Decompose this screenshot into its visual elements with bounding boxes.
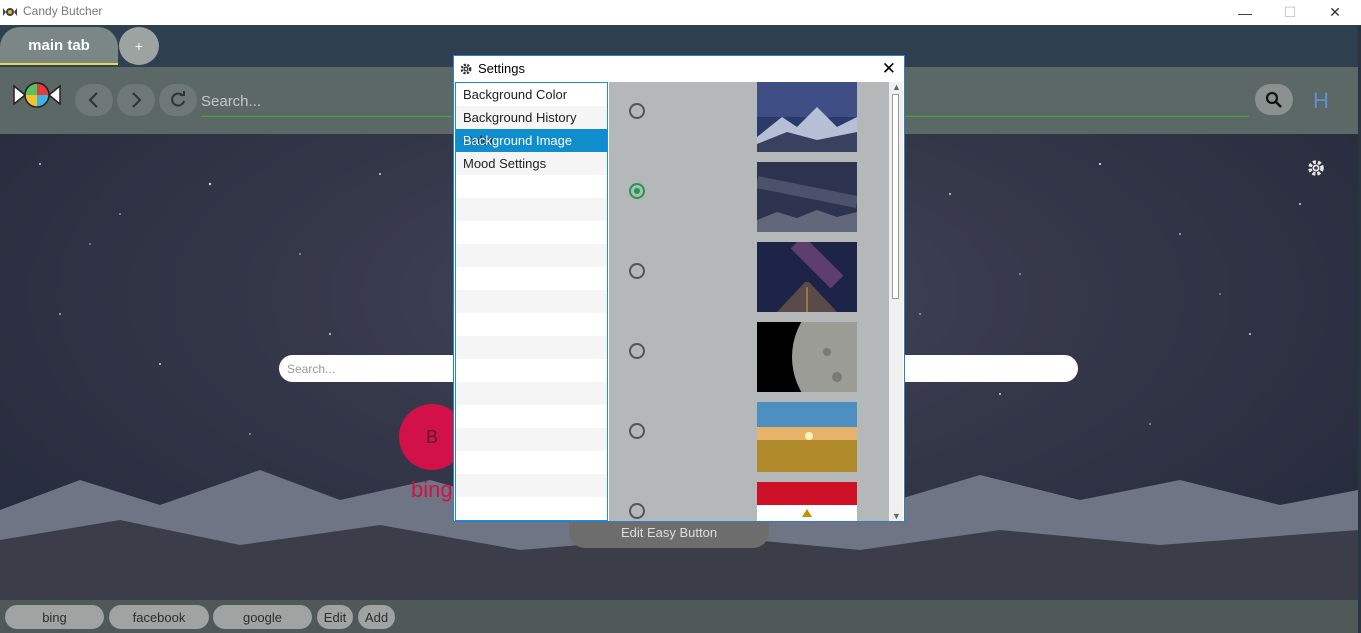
dialog-title: Settings (478, 61, 525, 76)
menu-empty-row (456, 382, 607, 405)
thumb-egypt-flag[interactable] (757, 482, 857, 521)
thumb-milky-way-road[interactable] (757, 242, 857, 312)
menu-empty-row (456, 221, 607, 244)
scroll-down-icon[interactable]: ▼ (892, 511, 901, 521)
image-radio-egypt-flag[interactable] (629, 503, 645, 519)
close-button[interactable]: ✕ (1312, 0, 1358, 25)
quick-bing-button[interactable]: bing (5, 605, 104, 629)
search-icon (1265, 91, 1282, 108)
menu-item-background-history-color[interactable]: Background History Color (456, 106, 607, 148)
dialog-close-button[interactable]: ✕ (882, 59, 896, 79)
quick-bar: bing facebook google Edit Add (0, 600, 1358, 633)
menu-empty-row (456, 474, 607, 497)
menu-empty-row (456, 313, 607, 336)
window-title: Candy Butcher (23, 4, 103, 18)
add-tab-button[interactable]: + (119, 27, 159, 65)
menu-item-mood-settings[interactable]: Mood Settings (456, 152, 607, 175)
menu-empty-row (456, 451, 607, 474)
menu-empty-row (456, 428, 607, 451)
minimize-button[interactable]: — (1222, 0, 1268, 25)
menu-empty-row (456, 198, 607, 221)
image-radio-moon[interactable] (629, 343, 645, 359)
forward-button[interactable] (117, 84, 155, 116)
quick-edit-button[interactable]: Edit (317, 605, 353, 629)
back-button[interactable] (75, 84, 113, 116)
maximize-button[interactable]: ☐ (1267, 0, 1313, 25)
image-radio-mountain-night-sky[interactable] (629, 103, 645, 119)
settings-menu: Background Color Background History Colo… (455, 82, 608, 521)
menu-empty-row (456, 359, 607, 382)
menu-item-background-color[interactable]: Background Color (456, 83, 607, 106)
image-list-scrollbar[interactable]: ▲ ▼ (889, 82, 903, 521)
candy-logo[interactable] (13, 81, 61, 109)
title-bar: Candy Butcher — ☐ ✕ (0, 0, 1361, 25)
bing-easy-label: bing (411, 477, 453, 502)
gear-icon[interactable] (1306, 158, 1326, 178)
image-radio-sunset-field[interactable] (629, 423, 645, 439)
menu-empty-row (456, 267, 607, 290)
background-image-list: ▲ ▼ (609, 82, 903, 521)
chevron-left-icon (88, 92, 98, 108)
image-radio-milky-way-road[interactable] (629, 263, 645, 279)
menu-empty-row (456, 175, 607, 198)
dialog-header: Settings ✕ (454, 56, 904, 81)
menu-empty-row (456, 497, 607, 520)
menu-empty-row (456, 290, 607, 313)
quick-facebook-button[interactable]: facebook (109, 605, 209, 629)
scroll-up-icon[interactable]: ▲ (892, 82, 901, 92)
menu-item-background-image[interactable]: Background Image (456, 129, 607, 152)
search-button[interactable] (1255, 84, 1293, 115)
thumb-milky-way-mountains[interactable] (757, 162, 857, 232)
thumb-mountain-night-sky[interactable] (757, 82, 857, 152)
menu-empty-row (456, 336, 607, 359)
menu-empty-row (456, 244, 607, 267)
refresh-button[interactable] (159, 84, 197, 116)
chevron-right-icon (132, 92, 142, 108)
history-button[interactable]: H (1313, 88, 1329, 114)
scrollbar-thumb[interactable] (892, 94, 899, 299)
quick-add-button[interactable]: Add (358, 605, 395, 629)
settings-dialog: Settings ✕ Background Color Background H… (453, 55, 905, 522)
thumb-sunset-field[interactable] (757, 402, 857, 472)
tab-main[interactable]: main tab (0, 27, 118, 65)
image-radio-milky-way-mountains[interactable] (629, 183, 645, 199)
candy-app-icon (3, 8, 17, 16)
gear-icon (460, 63, 472, 75)
quick-google-button[interactable]: google (213, 605, 312, 629)
thumb-moon[interactable] (757, 322, 857, 392)
menu-empty-row (456, 405, 607, 428)
refresh-icon (171, 91, 185, 107)
